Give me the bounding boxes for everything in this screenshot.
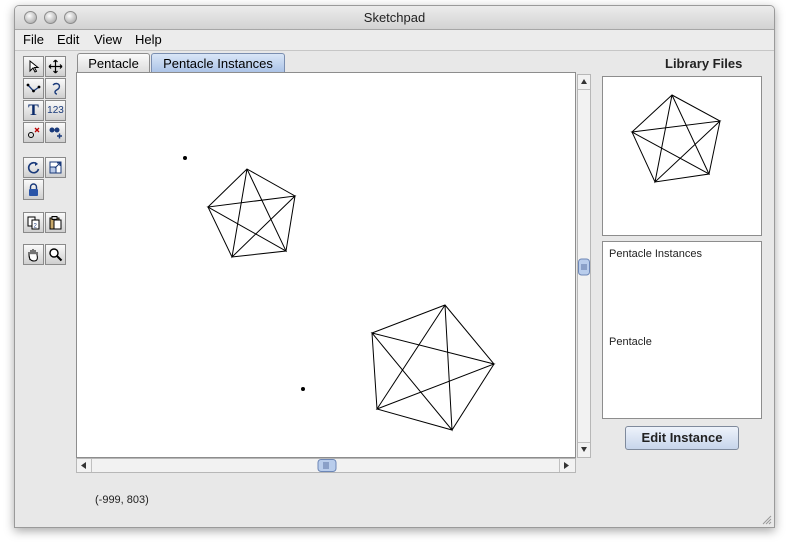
select-arrow-icon[interactable] bbox=[23, 56, 44, 77]
tab-pentacle[interactable]: Pentacle bbox=[77, 53, 150, 73]
text-tool-icon[interactable]: T bbox=[23, 100, 44, 121]
point-tool-icon[interactable] bbox=[23, 122, 44, 143]
window-title: Sketchpad bbox=[363, 10, 426, 25]
menu-bar: File Edit View Help bbox=[15, 30, 774, 51]
title-bar: Sketchpad bbox=[15, 6, 774, 30]
move-icon[interactable] bbox=[45, 56, 66, 77]
copy-icon[interactable]: 2 bbox=[23, 212, 44, 233]
pentacle-preview bbox=[630, 94, 722, 184]
pentacle-instance-large[interactable] bbox=[370, 304, 496, 432]
number-tool-icon[interactable]: 123 bbox=[45, 100, 66, 121]
line-tool-icon[interactable] bbox=[23, 78, 44, 99]
library-item-pentacle-instances[interactable]: Pentacle Instances bbox=[609, 248, 702, 260]
menu-file[interactable]: File bbox=[23, 32, 44, 47]
menu-view[interactable]: View bbox=[94, 32, 122, 47]
library-item-pentacle[interactable]: Pentacle bbox=[609, 336, 652, 348]
canvas-point[interactable] bbox=[301, 387, 305, 391]
canvas-point[interactable] bbox=[183, 156, 187, 160]
lock-icon[interactable] bbox=[23, 179, 44, 200]
library-preview bbox=[602, 76, 762, 236]
library-files-title: Library Files bbox=[665, 56, 743, 71]
menu-edit[interactable]: Edit bbox=[57, 32, 79, 47]
tab-pentacle-instances[interactable]: Pentacle Instances bbox=[151, 53, 285, 73]
vertical-scrollbar[interactable] bbox=[577, 74, 591, 458]
edit-instance-button[interactable]: Edit Instance bbox=[625, 426, 739, 450]
coordinate-readout: (-999, 803) bbox=[95, 494, 149, 506]
sketchpad-window: Sketchpad File Edit View Help T 123 2 Pe… bbox=[14, 5, 775, 528]
paste-icon[interactable] bbox=[45, 212, 66, 233]
pentacle-instance-small[interactable] bbox=[206, 168, 297, 259]
drawing-canvas[interactable] bbox=[76, 72, 576, 458]
hand-icon[interactable] bbox=[23, 244, 44, 265]
menu-help[interactable]: Help bbox=[135, 32, 162, 47]
rotate-icon[interactable] bbox=[23, 157, 44, 178]
library-file-list: Pentacle Instances Pentacle bbox=[602, 241, 762, 419]
lasso-icon[interactable] bbox=[45, 78, 66, 99]
horizontal-scrollbar[interactable] bbox=[76, 458, 576, 473]
resize-grip-icon[interactable] bbox=[760, 513, 772, 525]
scale-icon[interactable] bbox=[45, 157, 66, 178]
merge-icon[interactable] bbox=[45, 122, 66, 143]
zoom-icon[interactable] bbox=[45, 244, 66, 265]
